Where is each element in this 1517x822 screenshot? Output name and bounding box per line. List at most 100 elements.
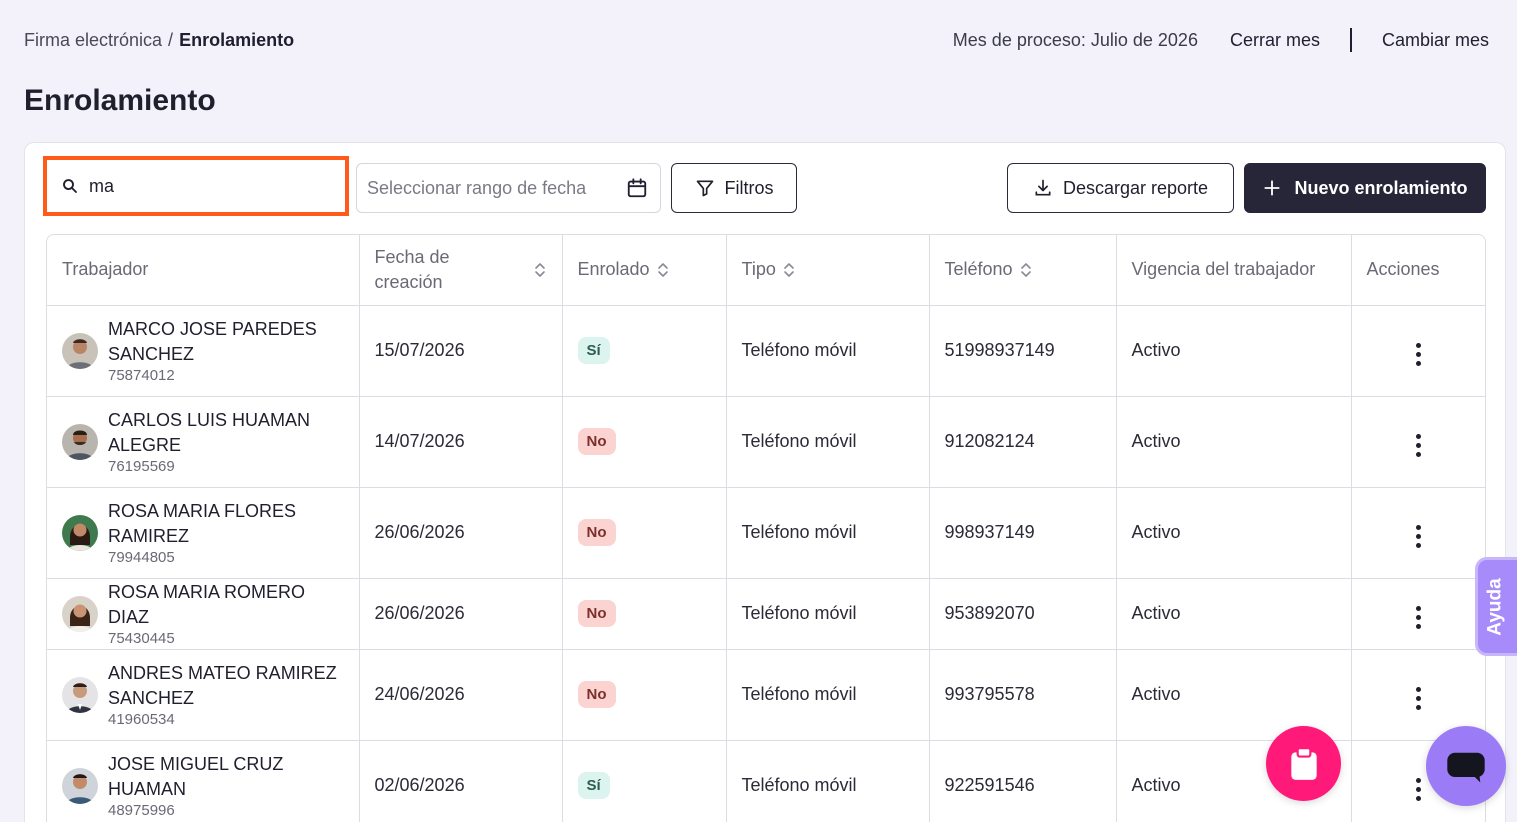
date-range-picker[interactable] <box>356 163 661 213</box>
worker-cell: ROSA MARIA FLORES RAMIREZ 79944805 <box>47 487 360 579</box>
more-options-icon[interactable] <box>1410 430 1427 461</box>
download-report-label: Descargar reporte <box>1062 177 1209 198</box>
worker-name: ANDRES MATEO RAMIREZ SANCHEZ <box>108 662 337 708</box>
table-row[interactable]: ANDRES MATEO RAMIREZ SANCHEZ 41960534 24… <box>47 649 1485 741</box>
avatar <box>62 676 98 713</box>
worker-name: CARLOS LUIS HUAMAN ALEGRE <box>108 409 311 455</box>
sort-icon[interactable] <box>656 261 670 279</box>
chat-icon <box>1447 752 1485 783</box>
enrolled-cell: Sí <box>562 740 727 822</box>
header-validity: Vigencia del trabajador <box>1116 235 1352 306</box>
sort-icon[interactable] <box>782 261 796 279</box>
type-cell: Teléfono móvil <box>726 305 930 397</box>
change-month-link[interactable]: Cambiar mes <box>1382 30 1489 51</box>
breadcrumb-separator: / <box>168 29 174 50</box>
validity-cell: Activo <box>1116 305 1352 397</box>
download-report-button[interactable]: Descargar reporte <box>1007 163 1234 213</box>
new-enrollment-button[interactable]: Nuevo enrolamiento <box>1244 163 1486 213</box>
worker-name: MARCO JOSE PAREDES SANCHEZ <box>108 318 317 364</box>
help-tab[interactable]: Ayuda <box>1475 557 1517 656</box>
header-type[interactable]: Tipo <box>726 235 930 306</box>
phone-cell: 51998937149 <box>929 305 1117 397</box>
worker-cell: ROSA MARIA ROMERO DIAZ 75430445 <box>47 578 360 650</box>
type-cell: Teléfono móvil <box>726 740 930 822</box>
status-badge: Sí <box>577 772 610 799</box>
filters-label: Filtros <box>724 177 774 198</box>
table-row[interactable]: ROSA MARIA ROMERO DIAZ 75430445 26/06/20… <box>47 578 1485 650</box>
header-worker: Trabajador <box>47 235 360 306</box>
status-badge: No <box>577 519 616 546</box>
header-created-label: Fecha de creación <box>374 246 450 292</box>
table-row[interactable]: ROSA MARIA FLORES RAMIREZ 79944805 26/06… <box>47 487 1485 579</box>
new-enrollment-label: Nuevo enrolamiento <box>1294 177 1468 198</box>
close-month-link[interactable]: Cerrar mes <box>1230 30 1320 51</box>
enrollment-card: Filtros Descargar reporte Nuevo enrolami… <box>24 142 1506 822</box>
avatar <box>62 332 98 369</box>
enrollment-table: Trabajador Fecha de creación Enrolado Ti… <box>46 234 1486 822</box>
worker-cell: JOSE MIGUEL CRUZ HUAMAN 48975996 <box>47 740 360 822</box>
sort-icon[interactable] <box>1019 261 1033 279</box>
search-input[interactable] <box>89 175 289 197</box>
more-options-icon[interactable] <box>1410 339 1427 370</box>
enrolled-cell: No <box>562 578 727 650</box>
more-options-icon[interactable] <box>1410 683 1427 714</box>
worker-document: 41960534 <box>108 710 175 728</box>
more-options-icon[interactable] <box>1410 602 1427 633</box>
header-phone-label: Teléfono <box>944 259 1013 280</box>
avatar <box>62 423 98 460</box>
clipboard-icon <box>1290 746 1317 780</box>
created-date: 24/06/2026 <box>359 649 563 741</box>
type-cell: Teléfono móvil <box>726 487 930 579</box>
worker-name: ROSA MARIA FLORES RAMIREZ <box>108 500 297 546</box>
header-actions: Acciones <box>1351 235 1485 306</box>
created-date: 15/07/2026 <box>359 305 563 397</box>
table-header-row: Trabajador Fecha de creación Enrolado Ti… <box>47 235 1485 306</box>
page-title: Enrolamiento <box>24 84 216 117</box>
validity-cell: Activo <box>1116 487 1352 579</box>
more-options-icon[interactable] <box>1410 774 1427 805</box>
type-cell: Teléfono móvil <box>726 396 930 488</box>
actions-cell <box>1351 305 1485 397</box>
breadcrumb-parent[interactable]: Firma electrónica <box>24 30 162 51</box>
header-phone[interactable]: Teléfono <box>929 235 1117 306</box>
sort-icon[interactable] <box>533 261 547 279</box>
table-row[interactable]: CARLOS LUIS HUAMAN ALEGRE 76195569 14/07… <box>47 396 1485 488</box>
filters-button[interactable]: Filtros <box>671 163 797 213</box>
status-badge: No <box>577 600 616 627</box>
header-enrolled[interactable]: Enrolado <box>562 235 727 306</box>
phone-cell: 912082124 <box>929 396 1117 488</box>
plus-icon <box>1264 180 1281 196</box>
validity-cell: Activo <box>1116 649 1352 741</box>
worker-name: ROSA MARIA ROMERO DIAZ <box>108 581 306 627</box>
created-date: 02/06/2026 <box>359 740 563 822</box>
period-divider <box>1349 28 1352 52</box>
actions-cell <box>1351 487 1485 579</box>
more-options-icon[interactable] <box>1410 521 1427 552</box>
phone-cell: 993795578 <box>929 649 1117 741</box>
header-created[interactable]: Fecha de creación <box>359 235 563 306</box>
table-row[interactable]: MARCO JOSE PAREDES SANCHEZ 75874012 15/0… <box>47 305 1485 397</box>
chat-fab-button[interactable] <box>1426 726 1506 806</box>
worker-document: 75874012 <box>108 366 175 384</box>
worker-cell: MARCO JOSE PAREDES SANCHEZ 75874012 <box>47 305 360 397</box>
toolbar: Filtros Descargar reporte Nuevo enrolami… <box>25 143 1505 233</box>
phone-cell: 922591546 <box>929 740 1117 822</box>
date-range-input[interactable] <box>367 177 607 199</box>
worker-document: 79944805 <box>108 548 175 566</box>
created-date: 14/07/2026 <box>359 396 563 488</box>
avatar <box>62 595 98 632</box>
search-box[interactable] <box>49 162 343 210</box>
calendar-icon[interactable] <box>626 177 648 199</box>
avatar <box>62 514 98 551</box>
status-badge: Sí <box>577 337 610 364</box>
worker-document: 75430445 <box>108 629 175 647</box>
enrolled-cell: No <box>562 396 727 488</box>
type-cell: Teléfono móvil <box>726 578 930 650</box>
filter-icon <box>696 180 713 197</box>
help-tab-label: Ayuda <box>1485 577 1506 636</box>
actions-cell <box>1351 396 1485 488</box>
phone-cell: 953892070 <box>929 578 1117 650</box>
breadcrumb: Firma electrónica / Enrolamiento <box>24 30 294 51</box>
clipboard-fab-button[interactable] <box>1266 726 1341 801</box>
header-type-label: Tipo <box>741 259 776 280</box>
